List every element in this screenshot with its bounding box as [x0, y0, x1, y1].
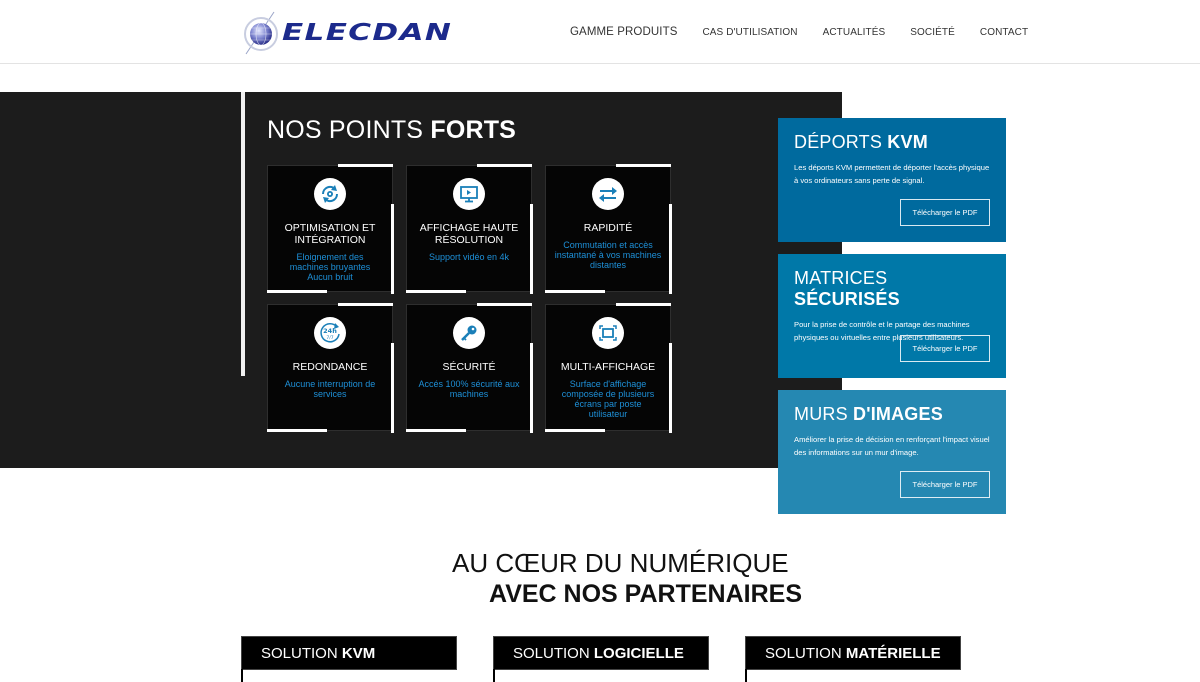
key-icon [453, 317, 485, 349]
24h-7-7-icon: 24h 7/7 [314, 317, 346, 349]
decorative-line [241, 669, 243, 682]
card-description: Support vidéo en 4k [428, 252, 510, 262]
feature-card-redondance: 24h 7/7 REDONDANCE Aucune interruption de… [267, 303, 394, 433]
nav-gamme-produits[interactable]: GAMME PRODUITS [570, 26, 677, 38]
main-nav: GAMME PRODUITS CAS D'UTILISATION ACTUALI… [570, 0, 1053, 64]
decorative-divider [241, 92, 245, 376]
feature-card-rapidite: RAPIDITÉ Commutation et accès instantané… [545, 164, 672, 294]
card-description: Surface d'affichage composée de plusieur… [561, 379, 655, 419]
swap-arrows-icon [592, 178, 624, 210]
sync-gear-icon [314, 178, 346, 210]
globe-icon [240, 10, 286, 56]
svg-text:24h: 24h [323, 327, 337, 335]
card-title: REDONDANCE [292, 361, 368, 373]
partners-heading-line1: AU CŒUR DU NUMÉRIQUE [452, 548, 789, 578]
solution-kvm-tab[interactable]: SOLUTION KVM [241, 636, 457, 670]
download-pdf-button[interactable]: Télécharger le PDF [900, 199, 990, 226]
nav-societe[interactable]: SOCIÉTÉ [910, 27, 955, 38]
solution-logicielle-tab[interactable]: SOLUTION LOGICIELLE [493, 636, 709, 670]
panel-description: Les déports KVM permettent de déporter l… [794, 163, 990, 185]
nav-cas-utilisation[interactable]: CAS D'UTILISATION [702, 27, 797, 38]
solution-materielle-tab[interactable]: SOLUTION MATÉRIELLE [745, 636, 961, 670]
feature-card-securite: SÉCURITÉ Accés 100% sécurité aux machine… [406, 303, 533, 433]
panel-murs-images: MURS D'IMAGES Améliorer la prise de déci… [778, 390, 1006, 514]
brand-name: ELECDAN [282, 20, 453, 46]
card-title: SÉCURITÉ [442, 361, 496, 373]
card-description: Eloignement des machines bruyantes Aucun… [289, 252, 371, 282]
site-header: ELECDAN GAMME PRODUITS CAS D'UTILISATION… [0, 0, 1200, 64]
nav-contact[interactable]: CONTACT [980, 27, 1028, 38]
screen-frame-icon [592, 317, 624, 349]
panel-deports-kvm: DÉPORTS KVM Les déports KVM permettent d… [778, 118, 1006, 242]
card-title: AFFICHAGE HAUTE RÉSOLUTION [419, 222, 519, 246]
feature-card-optimisation: OPTIMISATION ET INTÉGRATION Eloignement … [267, 164, 394, 294]
panel-title: MATRICES SÉCURISÉS [794, 268, 900, 309]
card-title: RAPIDITÉ [583, 222, 633, 234]
feature-card-affichage: AFFICHAGE HAUTE RÉSOLUTION Support vidéo… [406, 164, 533, 294]
panel-title: MURS D'IMAGES [794, 404, 943, 424]
card-title: OPTIMISATION ET INTÉGRATION [284, 222, 376, 246]
panel-title: DÉPORTS KVM [794, 132, 928, 152]
panel-description: Améliorer la prise de décision en renfor… [794, 435, 990, 457]
points-forts-title: NOS POINTS FORTS [267, 116, 517, 144]
card-description: Aucune interruption de services [284, 379, 376, 399]
svg-text:7/7: 7/7 [326, 335, 333, 341]
partners-heading-line2: AVEC NOS PARTENAIRES [489, 580, 803, 608]
elecdan-logo[interactable]: ELECDAN [240, 8, 451, 58]
download-pdf-button[interactable]: Télécharger le PDF [900, 471, 990, 498]
decorative-line [745, 669, 747, 682]
card-title: MULTI-AFFICHAGE [560, 361, 656, 373]
card-description: Accés 100% sécurité aux machines [418, 379, 520, 399]
decorative-line [493, 669, 495, 682]
nav-actualites[interactable]: ACTUALITÉS [823, 27, 886, 38]
download-pdf-button[interactable]: Télécharger le PDF [900, 335, 990, 362]
monitor-play-icon [453, 178, 485, 210]
card-description: Commutation et accès instantané à vos ma… [554, 240, 662, 270]
panel-matrices-securises: MATRICES SÉCURISÉS Pour la prise de cont… [778, 254, 1006, 378]
feature-card-multi-affichage: MULTI-AFFICHAGE Surface d'affichage comp… [545, 303, 672, 433]
